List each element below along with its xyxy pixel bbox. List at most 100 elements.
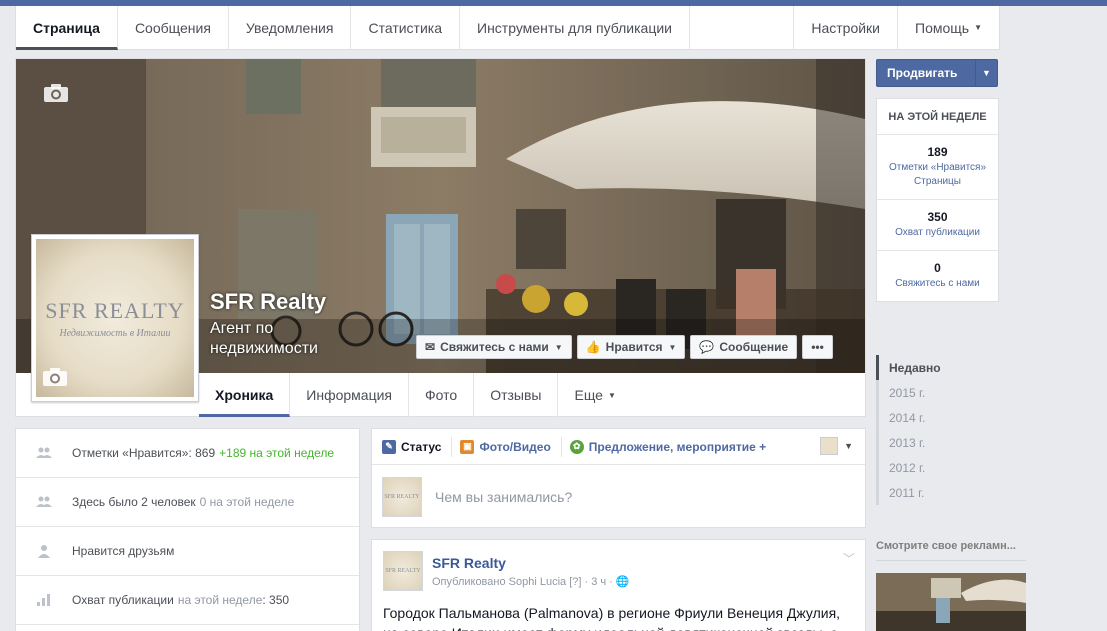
tab-messages[interactable]: Сообщения [118, 5, 229, 50]
tab-timeline[interactable]: Хроника [199, 373, 291, 417]
help-label: Помощь [915, 19, 970, 36]
year-2011[interactable]: 2011 г. [876, 480, 976, 505]
stat-row-likes[interactable]: Отметки «Нравится»: 869 +189 на этой нед… [16, 429, 359, 478]
globe-icon: 🌐 [615, 576, 630, 588]
people-icon [36, 494, 52, 510]
caret-down-icon: ▼ [554, 342, 563, 352]
post-composer: ✎ Статус ▣ Фото/Видео ✿ Предложение, мер… [371, 428, 866, 528]
stat-row-friends-like[interactable]: Нравится друзьям [16, 527, 359, 576]
stat-row-reach[interactable]: Охват публикации на этой неделе : 350 [16, 576, 359, 625]
tab-insights[interactable]: Статистика [351, 5, 460, 50]
tab-about[interactable]: Информация [290, 373, 410, 417]
right-column: Продвигать ▼ НА ЭТОЙ НЕДЕЛЕ 189 Отметки … [876, 59, 999, 302]
avatar [820, 437, 839, 455]
composer-tab-status[interactable]: ✎ Статус [382, 436, 453, 457]
contact-us-button[interactable]: ✉ Свяжитесь с нами ▼ [416, 335, 572, 359]
ellipsis-icon: ••• [811, 340, 824, 354]
feed-post: SFR REALTY SFR Realty Опубликовано Sophi… [371, 539, 866, 631]
tab-label: Фото/Видео [479, 439, 551, 454]
promote-button[interactable]: Продвигать ▼ [876, 59, 998, 87]
offer-icon: ✿ [569, 439, 584, 454]
stat-text: Здесь было 2 человек [72, 495, 196, 509]
stat-suffix: : 350 [262, 593, 290, 607]
avatar: SFR REALTY [382, 477, 422, 517]
message-button[interactable]: 💬 Сообщение [690, 335, 798, 359]
stat-label: Свяжитесь с нами [895, 278, 980, 289]
page-name[interactable]: SFR Realty [210, 289, 326, 315]
post-meta: Опубликовано Sophi Lucia [?] · 3 ч · 🌐 [432, 575, 630, 588]
year-2013[interactable]: 2013 г. [876, 430, 976, 455]
post-as-selector[interactable]: ▼ [820, 437, 853, 455]
year-2015[interactable]: 2015 г. [876, 380, 976, 405]
caret-down-icon: ▼ [974, 23, 982, 32]
tab-publishing-tools[interactable]: Инструменты для публикации [460, 5, 690, 50]
post-author[interactable]: SFR Realty [432, 555, 506, 571]
year-2014[interactable]: 2014 г. [876, 405, 976, 430]
this-week-panel: НА ЭТОЙ НЕДЕЛЕ 189 Отметки «Нравится» Ст… [876, 98, 999, 302]
stat-text: Нравится друзьям [72, 544, 175, 558]
profile-picture[interactable]: SFR REALTY Недвижимость в Италии [31, 234, 199, 402]
stat-text: Отметки «Нравится»: 869 [72, 446, 216, 460]
like-label: Нравится [605, 340, 663, 354]
promote-label: Продвигать [887, 66, 958, 80]
logo-title: SFR REALTY [385, 568, 421, 574]
change-cover-camera-icon[interactable] [43, 83, 69, 103]
year-navigation: Недавно 2015 г. 2014 г. 2013 г. 2012 г. … [876, 355, 976, 505]
page-category: Агент по недвижимости [210, 320, 318, 357]
person-like-icon [36, 543, 52, 559]
stat-text: Охват публикации [72, 593, 174, 607]
caret-down-icon: ▼ [668, 342, 677, 352]
stat-number: 350 [927, 210, 948, 224]
stat-number: 189 [927, 145, 948, 159]
ad-preview-image[interactable] [876, 573, 1026, 631]
page-stats-card: Отметки «Нравится»: 869 +189 на этой нед… [15, 428, 360, 631]
post-text: Городок Пальманова (Palmanova) в регионе… [383, 605, 841, 631]
year-recent[interactable]: Недавно [876, 355, 976, 380]
tab-help[interactable]: Помощь ▼ [898, 6, 999, 50]
logo-title: SFR REALTY [384, 494, 420, 500]
composer-tab-photo[interactable]: ▣ Фото/Видео [460, 436, 562, 457]
tab-label: Статус [401, 439, 442, 454]
more-label: Еще [574, 387, 603, 403]
pencil-icon: ✎ [382, 439, 396, 454]
divider [876, 560, 1026, 561]
tab-label: Предложение, мероприятие + [588, 439, 767, 454]
stat-label: Отметки «Нравится» Страницы [888, 162, 987, 187]
logo-title: SFR REALTY [45, 297, 185, 323]
more-options-button[interactable]: ••• [802, 335, 833, 359]
bar-chart-icon [36, 592, 52, 608]
ads-title[interactable]: Смотрите свое рекламн... [876, 540, 1026, 552]
status-input[interactable]: Чем вы занимались? [435, 489, 572, 505]
tab-notifications[interactable]: Уведомления [229, 5, 352, 50]
tab-reviews[interactable]: Отзывы [474, 373, 559, 417]
message-label: Сообщение [719, 340, 789, 354]
timeline-tabs: Хроника Информация Фото Отзывы Еще ▼ [199, 373, 632, 417]
stat-label: Охват публикации [895, 227, 980, 238]
change-profile-camera-icon[interactable] [42, 367, 68, 387]
stat-row-checkins[interactable]: Здесь было 2 человек 0 на этой неделе [16, 478, 359, 527]
envelope-icon: ✉ [425, 340, 436, 354]
like-button[interactable]: 👍 Нравится ▼ [576, 335, 686, 359]
year-2012[interactable]: 2012 г. [876, 455, 976, 480]
tab-more[interactable]: Еще ▼ [558, 373, 631, 417]
photo-icon: ▣ [460, 439, 475, 454]
profile-logo: SFR REALTY Недвижимость в Италии [36, 239, 194, 397]
week-stat-contact[interactable]: 0 Свяжитесь с нами [877, 251, 998, 301]
caret-down-icon[interactable]: ▼ [975, 60, 997, 86]
week-stat-likes[interactable]: 189 Отметки «Нравится» Страницы [877, 135, 998, 200]
cover-card: SFR REALTY Недвижимость в Италии SFR Rea… [15, 58, 866, 417]
tab-photos[interactable]: Фото [409, 373, 475, 417]
tab-page[interactable]: Страница [16, 5, 118, 50]
avatar[interactable]: SFR REALTY [383, 551, 423, 591]
chevron-down-icon[interactable]: ﹀ [843, 550, 855, 567]
stat-extra: +189 на этой неделе [219, 446, 335, 460]
composer-body: SFR REALTY Чем вы занимались? [372, 465, 865, 529]
tab-settings[interactable]: Настройки [793, 5, 898, 50]
composer-tab-offer-event[interactable]: ✿ Предложение, мероприятие + [569, 437, 776, 457]
cover-buttons: ✉ Свяжитесь с нами ▼ 👍 Нравится ▼ 💬 Сооб… [416, 335, 833, 359]
week-stat-reach[interactable]: 350 Охват публикации [877, 200, 998, 251]
speech-bubble-icon: 💬 [699, 340, 715, 354]
logo-subtitle: Недвижимость в Италии [59, 327, 171, 339]
people-icon [36, 445, 52, 461]
stat-extra: на этой неделе [177, 593, 263, 607]
